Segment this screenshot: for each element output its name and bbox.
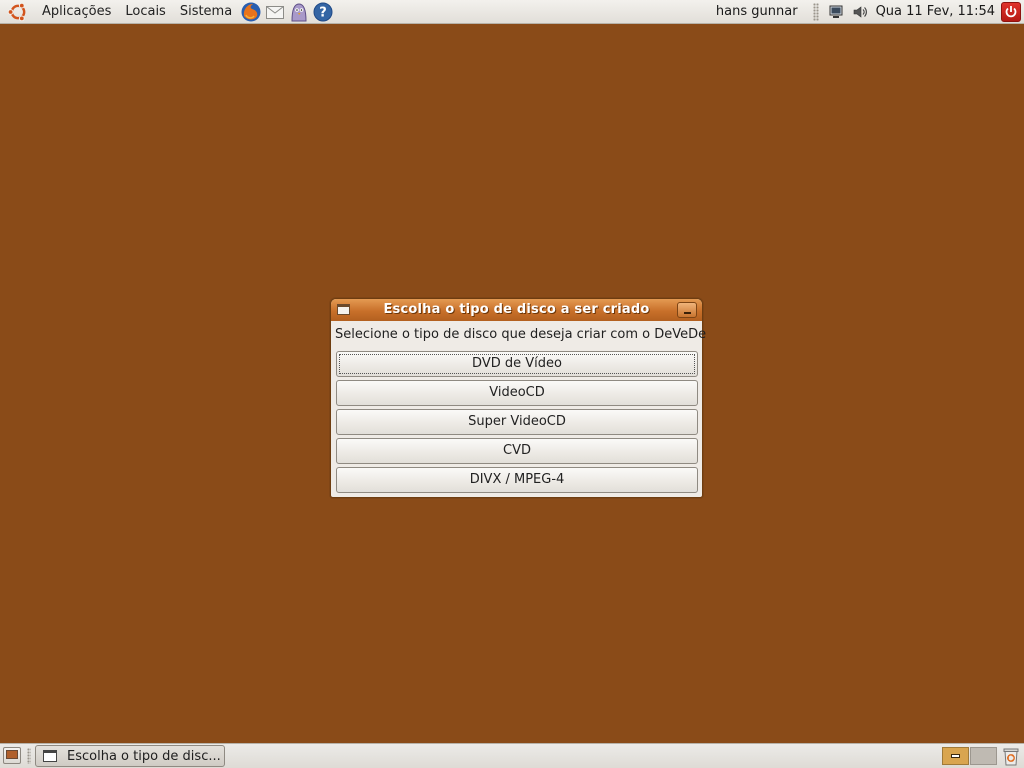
power-icon[interactable]: [1001, 1, 1021, 22]
workspace-2[interactable]: [970, 747, 997, 765]
firefox-icon[interactable]: [240, 1, 262, 23]
show-desktop-icon[interactable]: [3, 747, 21, 764]
divx-mpeg4-button[interactable]: DIVX / MPEG-4: [336, 467, 698, 493]
taskbar-window-label: Escolha o tipo de disc...: [67, 748, 221, 764]
menu-places[interactable]: Locais: [118, 0, 172, 24]
clock[interactable]: Qua 11 Fev, 11:54: [872, 4, 999, 19]
videocd-button[interactable]: VideoCD: [336, 380, 698, 406]
panel-handle: [27, 748, 31, 764]
user-name[interactable]: hans gunnar: [716, 4, 808, 19]
help-icon[interactable]: ?: [312, 1, 334, 23]
panel-handle[interactable]: [812, 2, 819, 21]
pidgin-icon[interactable]: [288, 1, 310, 23]
taskbar-window-button[interactable]: Escolha o tipo de disc...: [35, 745, 225, 767]
menu-system[interactable]: Sistema: [173, 0, 239, 24]
window-menu-icon[interactable]: [337, 304, 350, 315]
super-videocd-button[interactable]: Super VideoCD: [336, 409, 698, 435]
cvd-button[interactable]: CVD: [336, 438, 698, 464]
svg-text:?: ?: [319, 5, 327, 20]
top-panel: Aplicações Locais Sistema ? hans gunnar: [0, 0, 1024, 24]
dialog-titlebar[interactable]: Escolha o tipo de disco a ser criado: [331, 299, 702, 321]
window-icon: [43, 750, 57, 762]
menu-applications[interactable]: Aplicações: [35, 0, 118, 24]
disc-type-dialog: Escolha o tipo de disco a ser criado Sel…: [330, 298, 707, 498]
workspace-1[interactable]: [942, 747, 969, 765]
panel-right-area: hans gunnar Qua 11 Fev, 11:54: [716, 0, 1024, 24]
minimize-button[interactable]: [677, 302, 697, 318]
dialog-prompt: Selecione o tipo de disco que deseja cri…: [335, 327, 707, 342]
network-icon[interactable]: [827, 3, 845, 21]
volume-icon[interactable]: [851, 3, 869, 21]
trash-icon[interactable]: [1001, 746, 1021, 766]
mail-icon[interactable]: [264, 1, 286, 23]
dialog-title: Escolha o tipo de disco a ser criado: [383, 302, 650, 317]
ubuntu-logo-icon[interactable]: [7, 1, 29, 23]
dvd-video-button[interactable]: DVD de Vídeo: [336, 351, 698, 377]
bottom-panel: Escolha o tipo de disc...: [0, 743, 1024, 768]
